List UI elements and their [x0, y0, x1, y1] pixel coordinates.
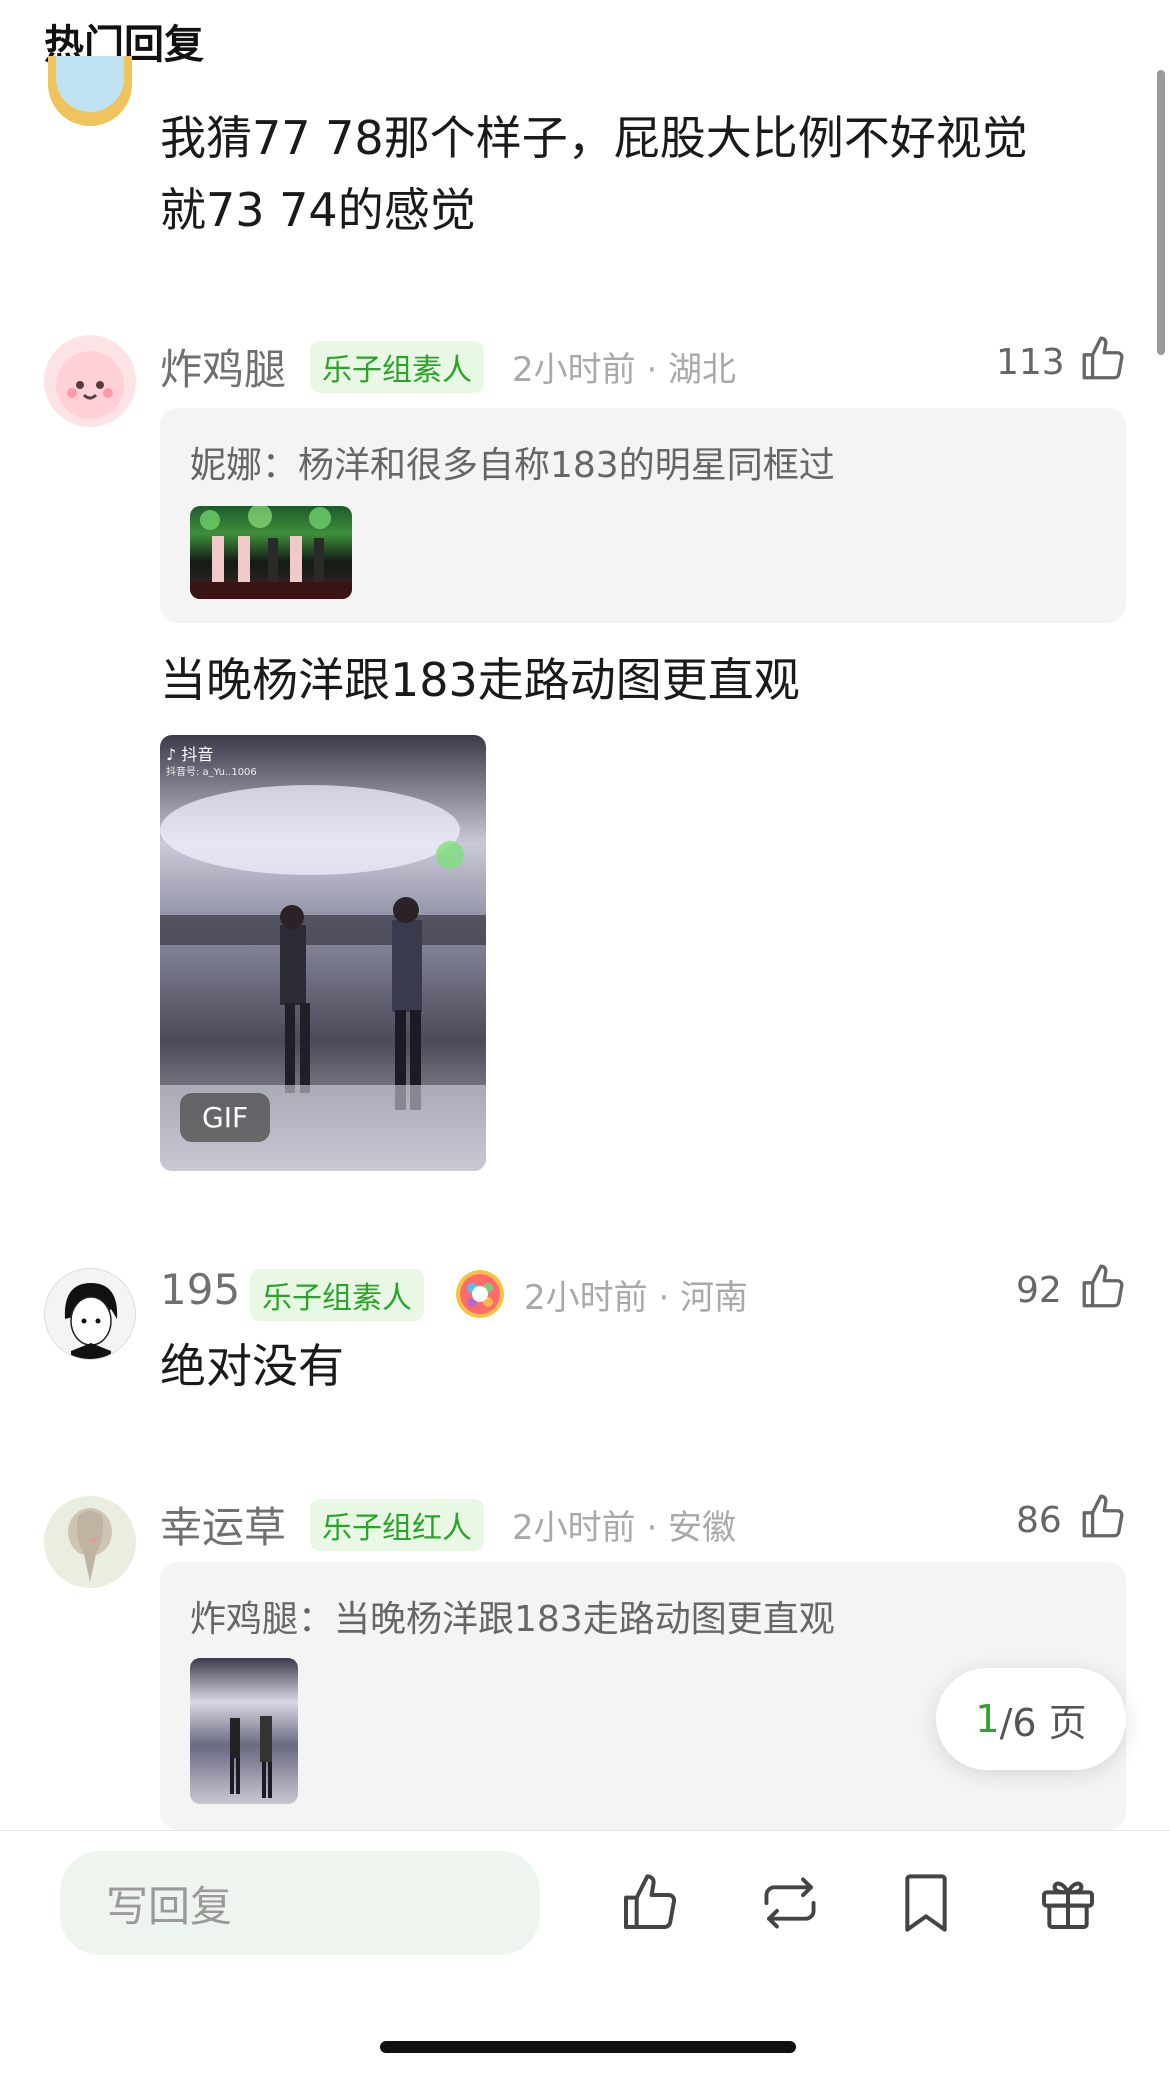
home-indicator — [380, 2041, 796, 2053]
comment-meta: 2小时前 · 安徽 — [512, 1508, 737, 1548]
like-icon[interactable] — [1078, 1492, 1128, 1546]
comment-text: 绝对没有 — [160, 1339, 344, 1393]
username[interactable]: 195 — [160, 1265, 240, 1314]
username[interactable]: 炸鸡腿 — [160, 336, 286, 397]
gif-thumbnail[interactable]: ♪ 抖音 抖音号: a_Yu..1006 GIF — [160, 735, 486, 1171]
repost-icon[interactable] — [756, 1871, 824, 1939]
like-icon[interactable] — [1078, 334, 1128, 388]
like-count: 92 — [1016, 1270, 1062, 1311]
avatar[interactable] — [44, 1496, 136, 1588]
comment-text: 我猜77 78那个样子，屁股大比例不好视觉 — [160, 111, 1028, 165]
avatar[interactable] — [44, 1268, 136, 1360]
page-total: /6 页 — [999, 1700, 1087, 1745]
quote-text: 妮娜：杨洋和很多自称183的明星同框过 — [190, 445, 835, 486]
reply-input[interactable]: 写回复 — [60, 1851, 540, 1955]
bottom-bar: 写回复 — [0, 1830, 1170, 2077]
like-icon[interactable] — [618, 1871, 682, 1939]
username[interactable]: 幸运草 — [160, 1494, 286, 1555]
comment-text-line2: 就73 74的感觉 — [160, 183, 476, 237]
comment-meta: 2小时前 · 河南 — [524, 1278, 749, 1318]
medal-icon — [454, 1268, 506, 1320]
avatar[interactable] — [44, 335, 136, 427]
tiktok-icon: ♪ — [166, 745, 177, 764]
page-indicator[interactable]: 1/6 页 — [936, 1668, 1126, 1770]
user-badge: 乐子组红人 — [310, 1499, 484, 1551]
avatar[interactable] — [48, 56, 132, 126]
scrollbar[interactable] — [1157, 70, 1165, 355]
like-count: 113 — [996, 342, 1065, 383]
comment-text: 当晚杨洋跟183走路动图更直观 — [160, 653, 800, 707]
comment-meta: 2小时前 · 湖北 — [512, 350, 737, 390]
tiktok-watermark: ♪ 抖音 — [166, 745, 214, 764]
user-badge: 乐子组素人 — [310, 341, 484, 393]
like-count: 86 — [1016, 1500, 1062, 1541]
user-badge: 乐子组素人 — [250, 1269, 424, 1321]
quoted-comment[interactable]: 妮娜：杨洋和很多自称183的明星同框过 — [160, 408, 1126, 623]
like-icon[interactable] — [1078, 1262, 1128, 1316]
bookmark-icon[interactable] — [898, 1871, 954, 1939]
gif-label: GIF — [180, 1093, 271, 1142]
page-current: 1 — [975, 1697, 1000, 1741]
quote-image[interactable] — [190, 506, 352, 599]
tiktok-watermark-id: 抖音号: a_Yu..1006 — [166, 767, 257, 778]
quote-text: 炸鸡腿：当晚杨洋跟183走路动图更直观 — [190, 1599, 835, 1640]
gift-icon[interactable] — [1036, 1871, 1100, 1939]
quote-image[interactable] — [190, 1658, 298, 1804]
